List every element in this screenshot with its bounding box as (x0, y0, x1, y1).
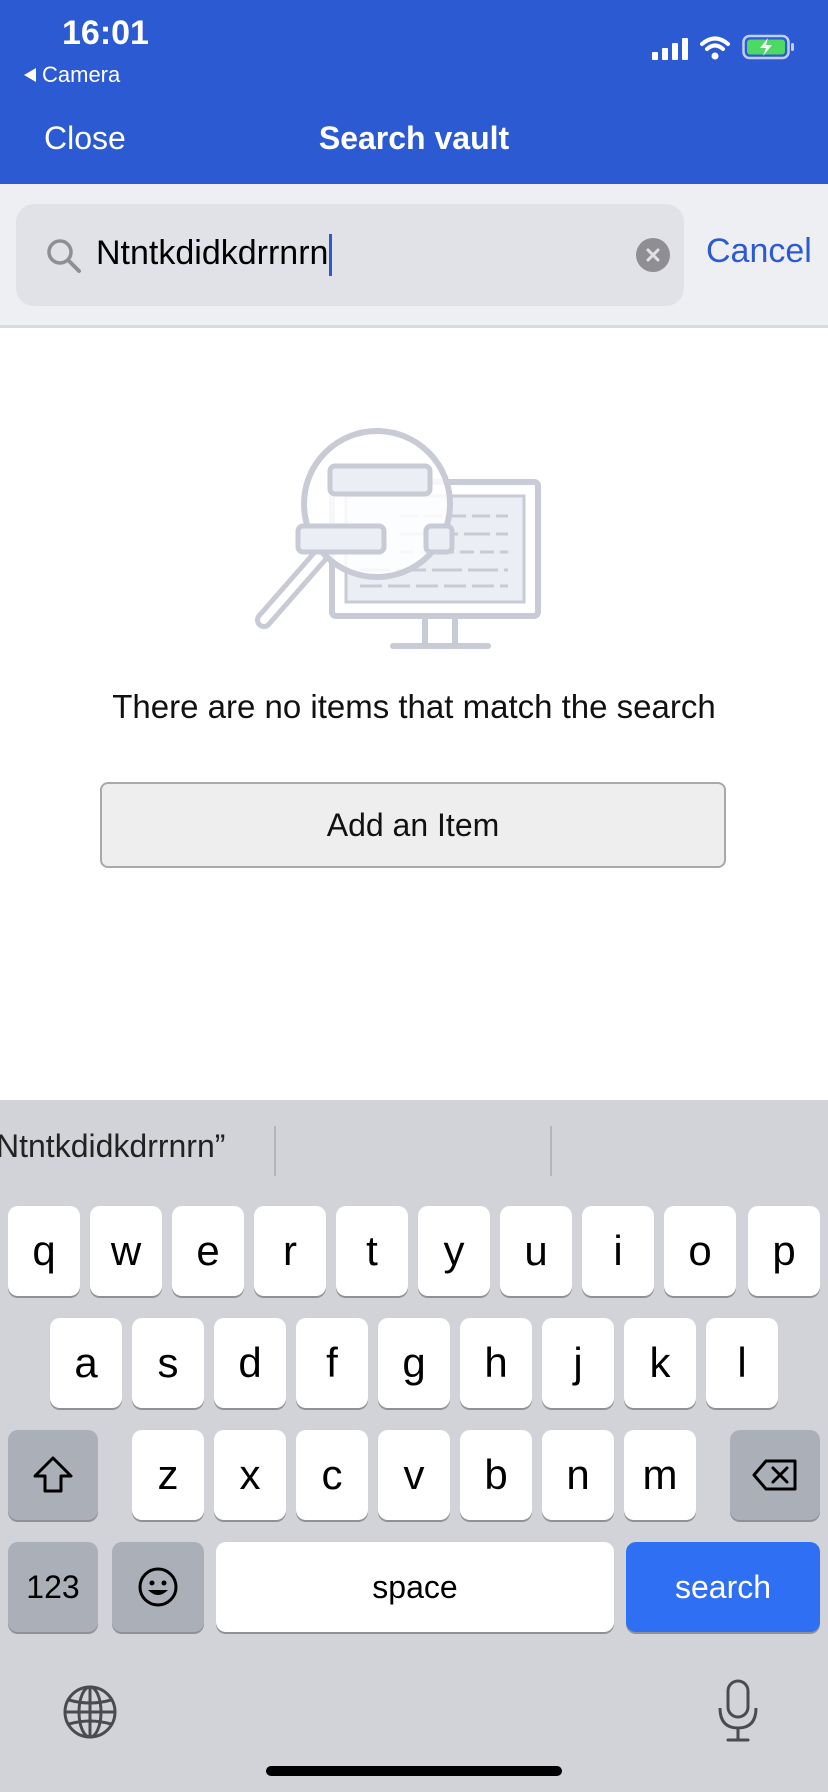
shift-icon (33, 1456, 73, 1493)
header-bar: 16:01 Camera Close Search vault (0, 0, 828, 184)
add-item-button[interactable]: Add an Item (100, 782, 726, 868)
key-s[interactable]: s (132, 1318, 204, 1408)
delete-icon (752, 1459, 797, 1491)
key-l[interactable]: l (706, 1318, 778, 1408)
numbers-key[interactable]: 123 (8, 1542, 98, 1632)
battery-icon (742, 34, 794, 60)
key-a[interactable]: a (50, 1318, 122, 1408)
key-j[interactable]: j (542, 1318, 614, 1408)
back-to-app-link[interactable]: Camera (24, 62, 120, 88)
key-q[interactable]: q (8, 1206, 80, 1296)
key-u[interactable]: u (500, 1206, 572, 1296)
key-p[interactable]: p (748, 1206, 820, 1296)
key-o[interactable]: o (664, 1206, 736, 1296)
empty-state-message: There are no items that match the search (112, 688, 716, 725)
microphone-icon[interactable] (716, 1678, 760, 1744)
keyboard: Ntntkdidkdrrnrn” q w e r t y u i o p a s… (0, 1100, 828, 1792)
key-n[interactable]: n (542, 1430, 614, 1520)
space-key[interactable]: space (216, 1542, 614, 1632)
shift-key[interactable] (8, 1430, 98, 1520)
search-key[interactable]: search (626, 1542, 820, 1632)
key-z[interactable]: z (132, 1430, 204, 1520)
key-b[interactable]: b (460, 1430, 532, 1520)
suggestion-divider (274, 1126, 276, 1176)
back-arrow-icon (24, 68, 36, 82)
search-input[interactable]: Ntntkdidkdrrnrn (16, 204, 684, 306)
wifi-icon (700, 36, 730, 60)
key-v[interactable]: v (378, 1430, 450, 1520)
text-caret (329, 234, 333, 277)
clear-icon[interactable] (636, 238, 670, 272)
key-x[interactable]: x (214, 1430, 286, 1520)
key-w[interactable]: w (90, 1206, 162, 1296)
status-time: 16:01 (62, 14, 149, 52)
key-m[interactable]: m (624, 1430, 696, 1520)
no-results-illustration (255, 428, 541, 649)
key-i[interactable]: i (582, 1206, 654, 1296)
key-e[interactable]: e (172, 1206, 244, 1296)
signal-icon (652, 38, 688, 60)
cancel-button[interactable]: Cancel (706, 232, 812, 271)
key-d[interactable]: d (214, 1318, 286, 1408)
search-input-value[interactable]: Ntntkdidkdrrnrn (96, 234, 333, 277)
emoji-key[interactable] (112, 1542, 204, 1632)
emoji-icon (138, 1567, 178, 1607)
key-g[interactable]: g (378, 1318, 450, 1408)
home-indicator (266, 1766, 562, 1776)
suggestion-1[interactable]: Ntntkdidkdrrnrn” (0, 1128, 225, 1165)
key-k[interactable]: k (624, 1318, 696, 1408)
globe-icon[interactable] (62, 1684, 118, 1740)
back-app-label: Camera (42, 62, 121, 87)
status-icons (652, 34, 796, 60)
key-h[interactable]: h (460, 1318, 532, 1408)
search-icon (47, 239, 81, 273)
key-y[interactable]: y (418, 1206, 490, 1296)
suggestion-divider (550, 1126, 552, 1176)
key-r[interactable]: r (254, 1206, 326, 1296)
delete-key[interactable] (730, 1430, 820, 1520)
key-t[interactable]: t (336, 1206, 408, 1296)
key-f[interactable]: f (296, 1318, 368, 1408)
key-c[interactable]: c (296, 1430, 368, 1520)
page-title: Search vault (318, 120, 510, 156)
